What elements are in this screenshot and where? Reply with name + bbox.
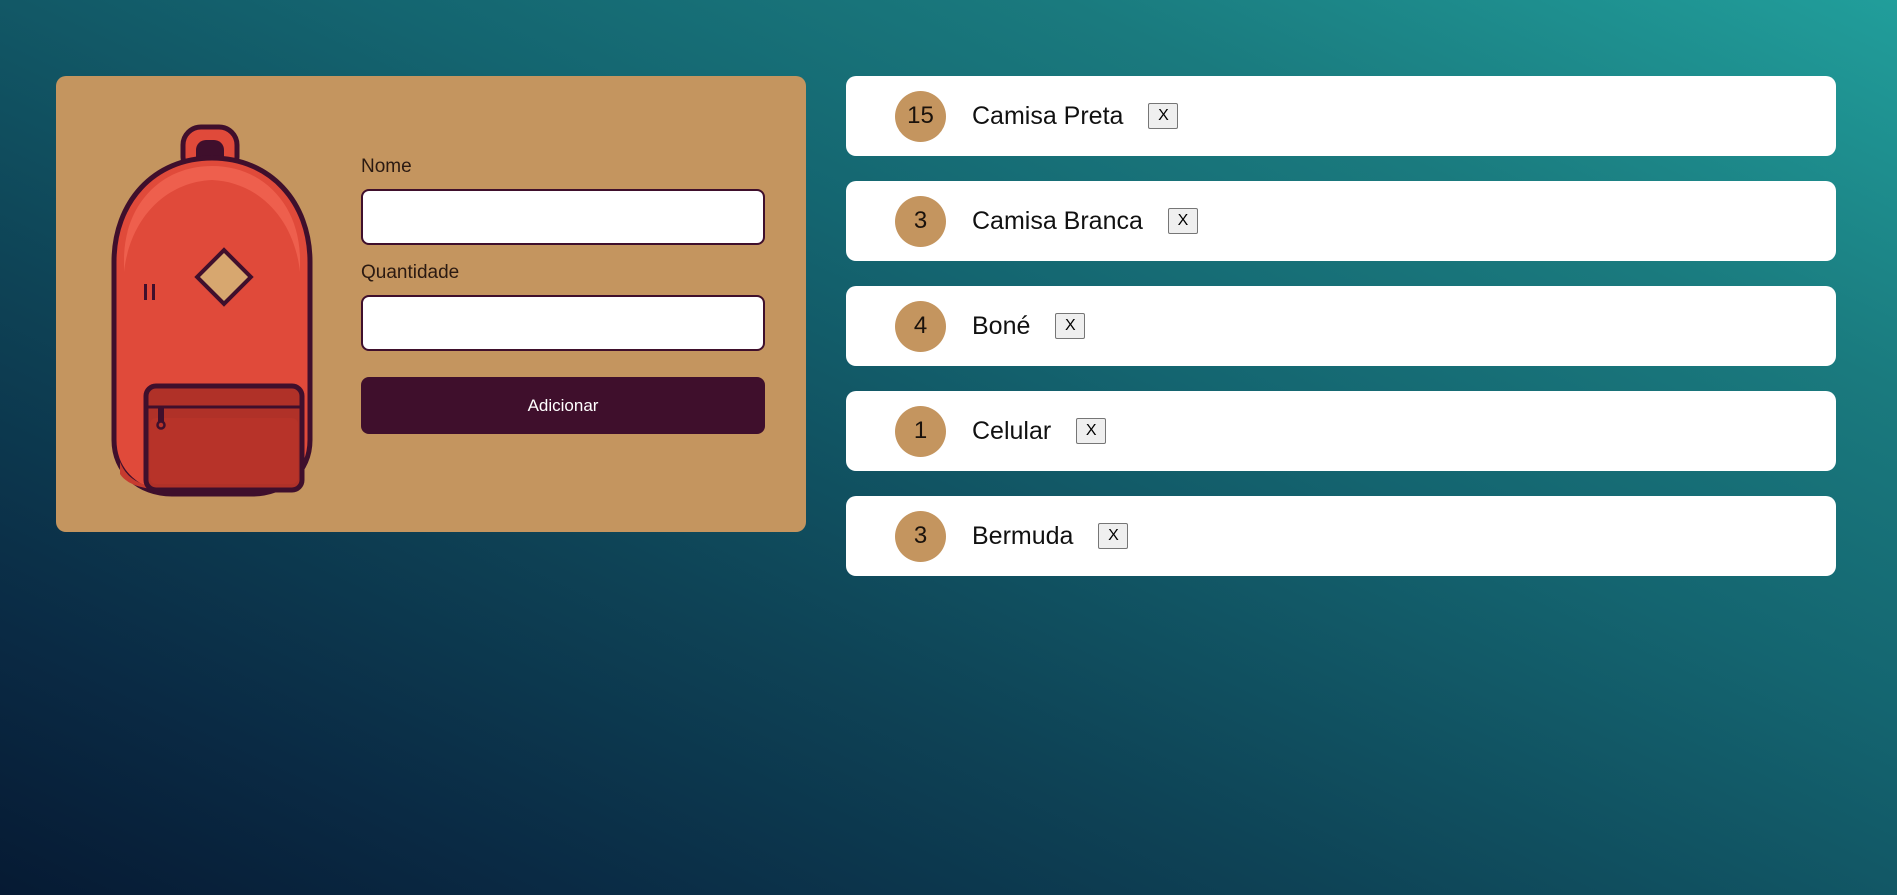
list-item: 4 Boné X: [846, 286, 1836, 366]
remove-item-button[interactable]: X: [1167, 208, 1198, 234]
item-name: Camisa Preta: [972, 101, 1124, 130]
quantity-label: Quantidade: [361, 262, 460, 283]
quantity-input[interactable]: [361, 295, 765, 351]
list-item: 3 Bermuda X: [846, 496, 1836, 576]
list-item: 15 Camisa Preta X: [846, 76, 1836, 156]
remove-item-button[interactable]: X: [1076, 418, 1107, 444]
item-name: Celular: [972, 416, 1052, 445]
add-button[interactable]: Adicionar: [361, 377, 765, 434]
name-input[interactable]: [361, 189, 765, 245]
item-name: Camisa Branca: [972, 206, 1143, 235]
quantity-badge: 1: [895, 405, 946, 457]
item-name: Boné: [972, 311, 1031, 340]
item-list: 15 Camisa Preta X 3 Camisa Branca X 4 Bo…: [846, 76, 1836, 601]
name-label: Nome: [361, 156, 412, 177]
quantity-badge: 15: [895, 90, 946, 142]
quantity-badge: 3: [895, 195, 946, 247]
list-item: 1 Celular X: [846, 391, 1836, 471]
list-item: 3 Camisa Branca X: [846, 181, 1836, 261]
add-item-form: Nome Quantidade Adicionar: [56, 76, 806, 532]
quantity-badge: 4: [895, 300, 946, 352]
item-name: Bermuda: [972, 521, 1074, 550]
quantity-badge: 3: [895, 510, 946, 562]
remove-item-button[interactable]: X: [1148, 103, 1179, 129]
remove-item-button[interactable]: X: [1055, 313, 1086, 339]
backpack-icon: [111, 124, 313, 497]
remove-item-button[interactable]: X: [1098, 523, 1129, 549]
